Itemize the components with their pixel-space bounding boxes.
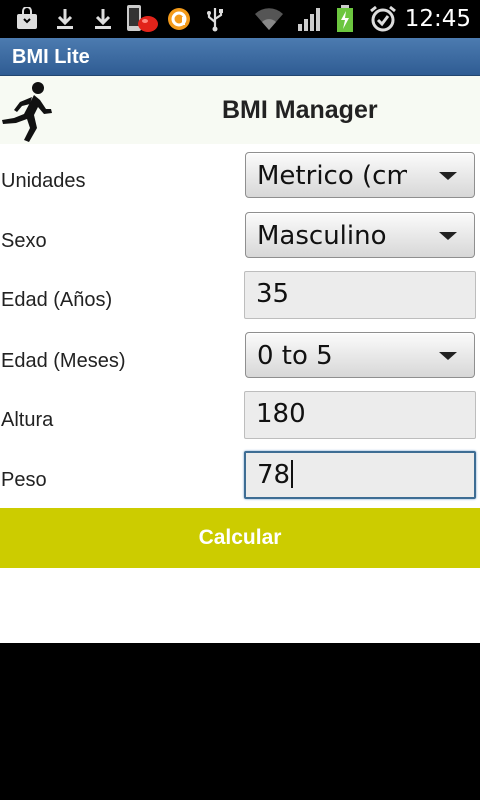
units-label: Unidades bbox=[1, 170, 86, 192]
sex-label: Sexo bbox=[1, 230, 47, 252]
dropdown-arrow-icon bbox=[439, 232, 457, 240]
height-field[interactable]: 180 bbox=[244, 391, 476, 439]
text-caret bbox=[291, 459, 294, 488]
age-years-label: Edad (Años) bbox=[1, 289, 113, 311]
app-title-bar: BMI Lite bbox=[0, 38, 480, 76]
weight-field[interactable]: 78 bbox=[244, 451, 476, 499]
app-header: BMI Manager bbox=[0, 76, 480, 144]
height-label: Altura bbox=[1, 409, 54, 431]
main-content: BMI Manager Unidades Metrico (cm Sexo Ma… bbox=[0, 76, 480, 643]
weight-value: 78 bbox=[257, 460, 291, 490]
calculate-button[interactable]: Calcular bbox=[0, 508, 480, 568]
app-title: BMI Lite bbox=[12, 46, 90, 68]
sex-spinner[interactable]: Masculino bbox=[245, 212, 475, 258]
download-icon bbox=[92, 4, 114, 34]
age-years-field[interactable]: 35 bbox=[244, 271, 476, 319]
phone-notification-icon bbox=[124, 4, 160, 34]
app-icon bbox=[166, 4, 192, 34]
usb-icon bbox=[204, 4, 226, 34]
units-spinner[interactable]: Metrico (cm bbox=[245, 152, 475, 198]
age-months-spinner[interactable]: 0 to 5 bbox=[245, 332, 475, 378]
weight-value-wrap: 78 bbox=[257, 453, 294, 497]
dropdown-arrow-icon bbox=[439, 172, 457, 180]
age-months-label: Edad (Meses) bbox=[1, 350, 126, 372]
wifi-icon bbox=[252, 4, 286, 34]
weight-label: Peso bbox=[1, 469, 47, 491]
header-title: BMI Manager bbox=[222, 96, 378, 124]
signal-icon bbox=[296, 4, 324, 34]
runner-icon bbox=[0, 80, 56, 144]
age-years-value: 35 bbox=[256, 279, 290, 309]
age-months-value: 0 to 5 bbox=[257, 341, 333, 371]
units-value: Metrico (cm bbox=[257, 161, 407, 191]
height-value: 180 bbox=[256, 399, 306, 429]
battery-charging-icon bbox=[334, 4, 356, 34]
bag-icon bbox=[14, 4, 40, 34]
status-bar: 12:45 bbox=[0, 0, 480, 38]
sex-value: Masculino bbox=[257, 221, 387, 251]
dropdown-arrow-icon bbox=[439, 352, 457, 360]
status-clock: 12:45 bbox=[404, 6, 471, 32]
alarm-icon bbox=[368, 4, 398, 34]
download-icon bbox=[54, 4, 76, 34]
